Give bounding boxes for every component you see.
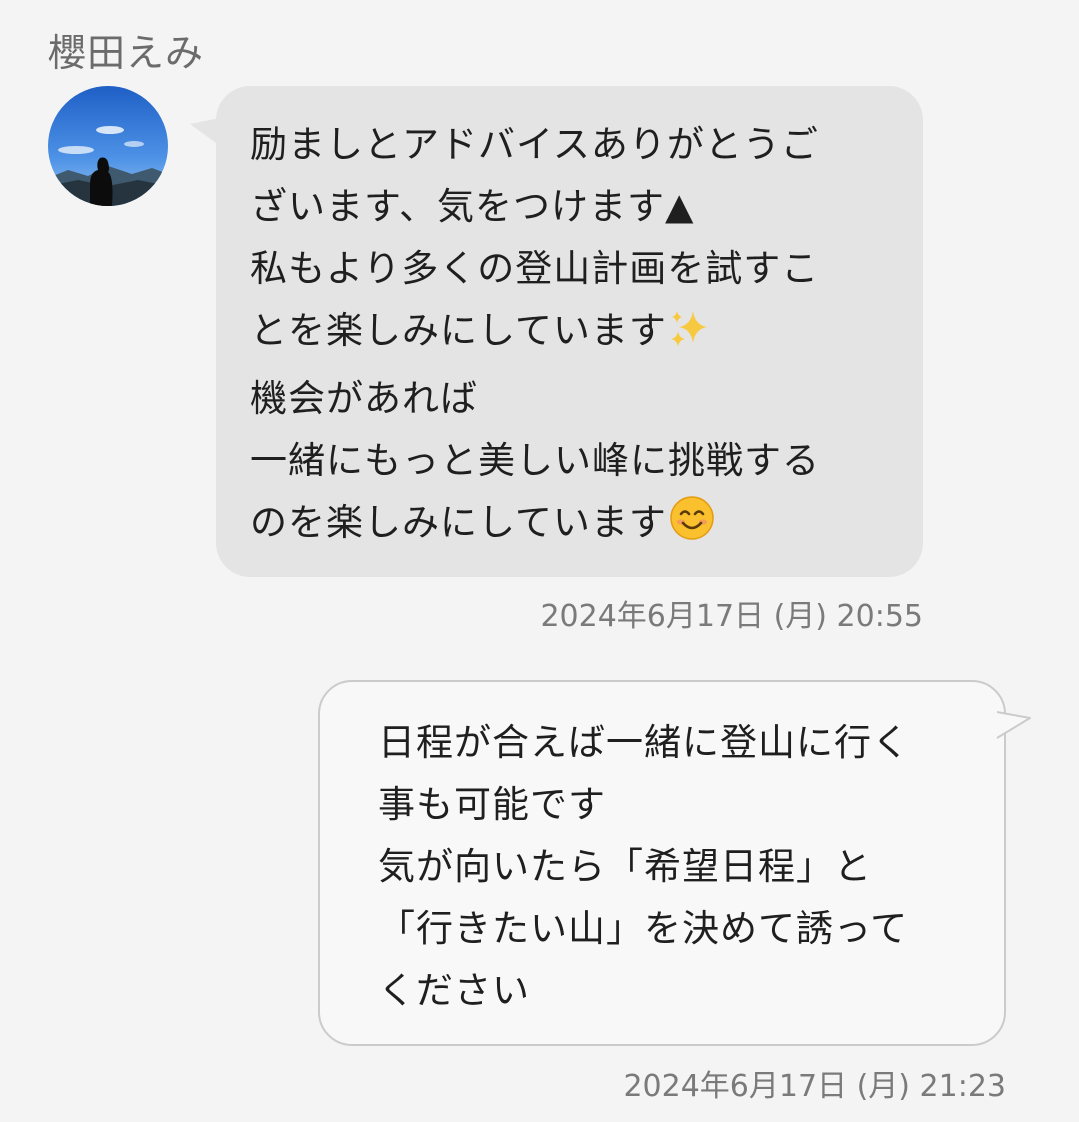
message-line: 励ましとアドバイスありがとうご: [250, 123, 819, 166]
message-line: 「行きたい山」を決めて誘って: [378, 907, 909, 950]
smiling-face-icon: [669, 495, 715, 560]
message-line: のを楽しみにしています: [250, 501, 667, 544]
message-line: 私もより多くの登山計画を試すこ: [250, 247, 820, 290]
message-line: ざいます、気をつけます▲: [250, 185, 695, 228]
message-line: 一緒にもっと美しい峰に挑戦する: [250, 439, 820, 482]
incoming-message-bubble[interactable]: 励ましとアドバイスありがとうご ざいます、気をつけます▲ 私もより多くの登山計画…: [216, 86, 923, 577]
avatar[interactable]: [48, 86, 168, 206]
message-line: とを楽しみにしています: [250, 309, 667, 352]
outgoing-bubble-tail: [996, 711, 1031, 739]
message-line: ください: [378, 969, 530, 1012]
message-timestamp: 2024年6月17日 (月) 20:55: [540, 599, 923, 634]
message-line: 日程が合えば一緒に登山に行く: [378, 721, 910, 764]
message-line: 機会があれば: [250, 377, 478, 420]
message-line: 事も可能です: [378, 783, 606, 826]
message-timestamp: 2024年6月17日 (月) 21:23: [623, 1069, 1006, 1104]
outgoing-message-bubble[interactable]: 日程が合えば一緒に登山に行く 事も可能です 気が向いたら「希望日程」と 「行きた…: [318, 680, 1006, 1046]
message-line: 気が向いたら「希望日程」と: [378, 845, 872, 888]
avatar-image: [48, 86, 168, 206]
contact-name: 櫻田えみ: [48, 31, 205, 75]
sparkles-icon: [669, 306, 709, 368]
